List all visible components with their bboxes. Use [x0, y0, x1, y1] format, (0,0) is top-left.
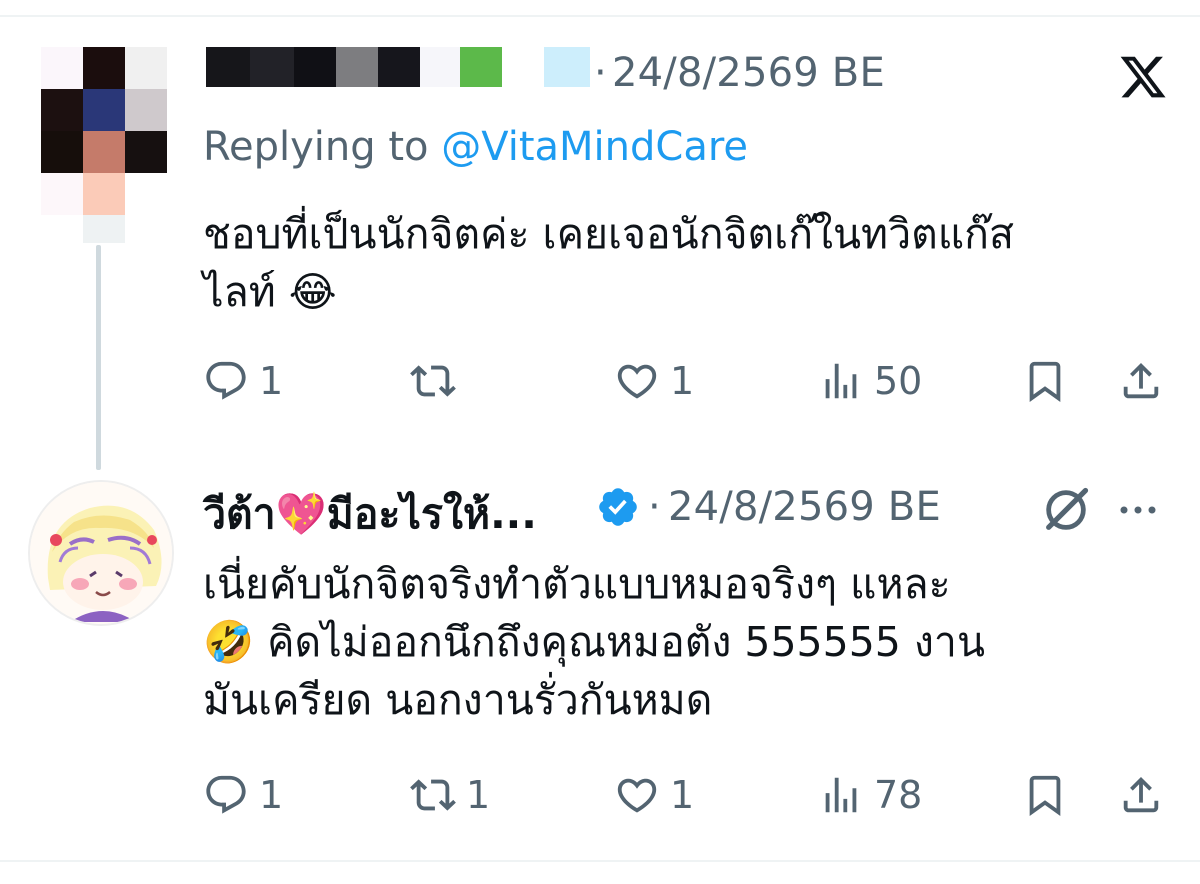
x-logo-icon[interactable] [1118, 52, 1168, 102]
tweet1-text-line2: ไลท์ 😂 [203, 268, 337, 316]
views-count-2: 78 [874, 773, 923, 817]
views-icon [825, 363, 857, 399]
reply-button[interactable]: 1 [203, 356, 283, 406]
like-count: 1 [670, 359, 695, 403]
grok-icon[interactable] [1040, 484, 1092, 536]
reply-count-2: 1 [259, 773, 284, 817]
share-icon [1123, 776, 1159, 813]
reply-count: 1 [259, 359, 284, 403]
views-button[interactable]: 50 [818, 356, 922, 406]
tweet2-text-line1: เนี่ยคับนักจิตจริงทำตัวแบบหมอจริงๆ แหละ [203, 560, 951, 608]
reply-icon [206, 361, 246, 400]
replying-handle-link[interactable]: @VitaMindCare [441, 124, 748, 170]
tweet2-author-name[interactable]: วีต้า💖มีอะไรให้... [203, 482, 537, 547]
share-button-2[interactable] [1118, 770, 1164, 820]
retweet-button[interactable] [410, 356, 466, 406]
avatar-illustration [30, 482, 172, 624]
views-button-2[interactable]: 78 [818, 770, 922, 820]
heart-icon [617, 778, 657, 813]
more-icon[interactable] [1110, 490, 1166, 530]
tweet2-timestamp[interactable]: 24/8/2569 BE [668, 484, 941, 530]
bottom-divider [0, 860, 1200, 862]
avatar-vita[interactable] [28, 480, 174, 626]
avatar-pixelated[interactable] [41, 47, 167, 244]
replying-to: Replying to @VitaMindCare [203, 124, 748, 170]
share-icon [1123, 362, 1159, 399]
heart-icon [617, 364, 657, 399]
retweet-count-2: 1 [466, 773, 491, 817]
thread-connector-line [96, 245, 101, 470]
verified-badge-icon[interactable] [596, 485, 640, 529]
reply-icon [206, 775, 246, 814]
separator-dot: · [594, 50, 607, 96]
like-button[interactable]: 1 [614, 356, 694, 406]
bookmark-icon [1029, 775, 1061, 816]
tweet1-timestamp[interactable]: 24/8/2569 BE [612, 50, 885, 96]
views-icon [825, 777, 857, 813]
tweet1-text: ชอบที่เป็นนักจิตค่ะ เคยเจอนักจิตเก๊ในทวิ… [203, 205, 1014, 321]
bookmark-button-2[interactable] [1022, 770, 1068, 820]
bookmark-icon [1029, 361, 1061, 402]
share-button[interactable] [1118, 356, 1164, 406]
tweet1-text-line1: ชอบที่เป็นนักจิตค่ะ เคยเจอนักจิตเก๊ในทวิ… [203, 210, 1015, 258]
retweet-icon [410, 779, 456, 811]
reply-button-2[interactable]: 1 [203, 770, 283, 820]
tweet2-text-line2: 🤣 คิดไม่ออกนึกถึงคุณหมอตัง 555555 งาน [203, 618, 985, 666]
tweet2-text: เนี่ยคับนักจิตจริงทำตัวแบบหมอจริงๆ แหละ … [203, 555, 985, 729]
retweet-button-2[interactable]: 1 [410, 770, 490, 820]
replying-prefix: Replying to [203, 124, 442, 170]
like-button-2[interactable]: 1 [614, 770, 694, 820]
separator-dot-2: · [648, 484, 661, 530]
top-divider [0, 15, 1200, 17]
bookmark-button[interactable] [1022, 356, 1068, 406]
retweet-icon [410, 365, 456, 397]
tweet2-text-line3: มันเครียด นอกงานรั่วกันหมด [203, 676, 713, 724]
like-count-2: 1 [670, 773, 695, 817]
views-count: 50 [874, 359, 923, 403]
